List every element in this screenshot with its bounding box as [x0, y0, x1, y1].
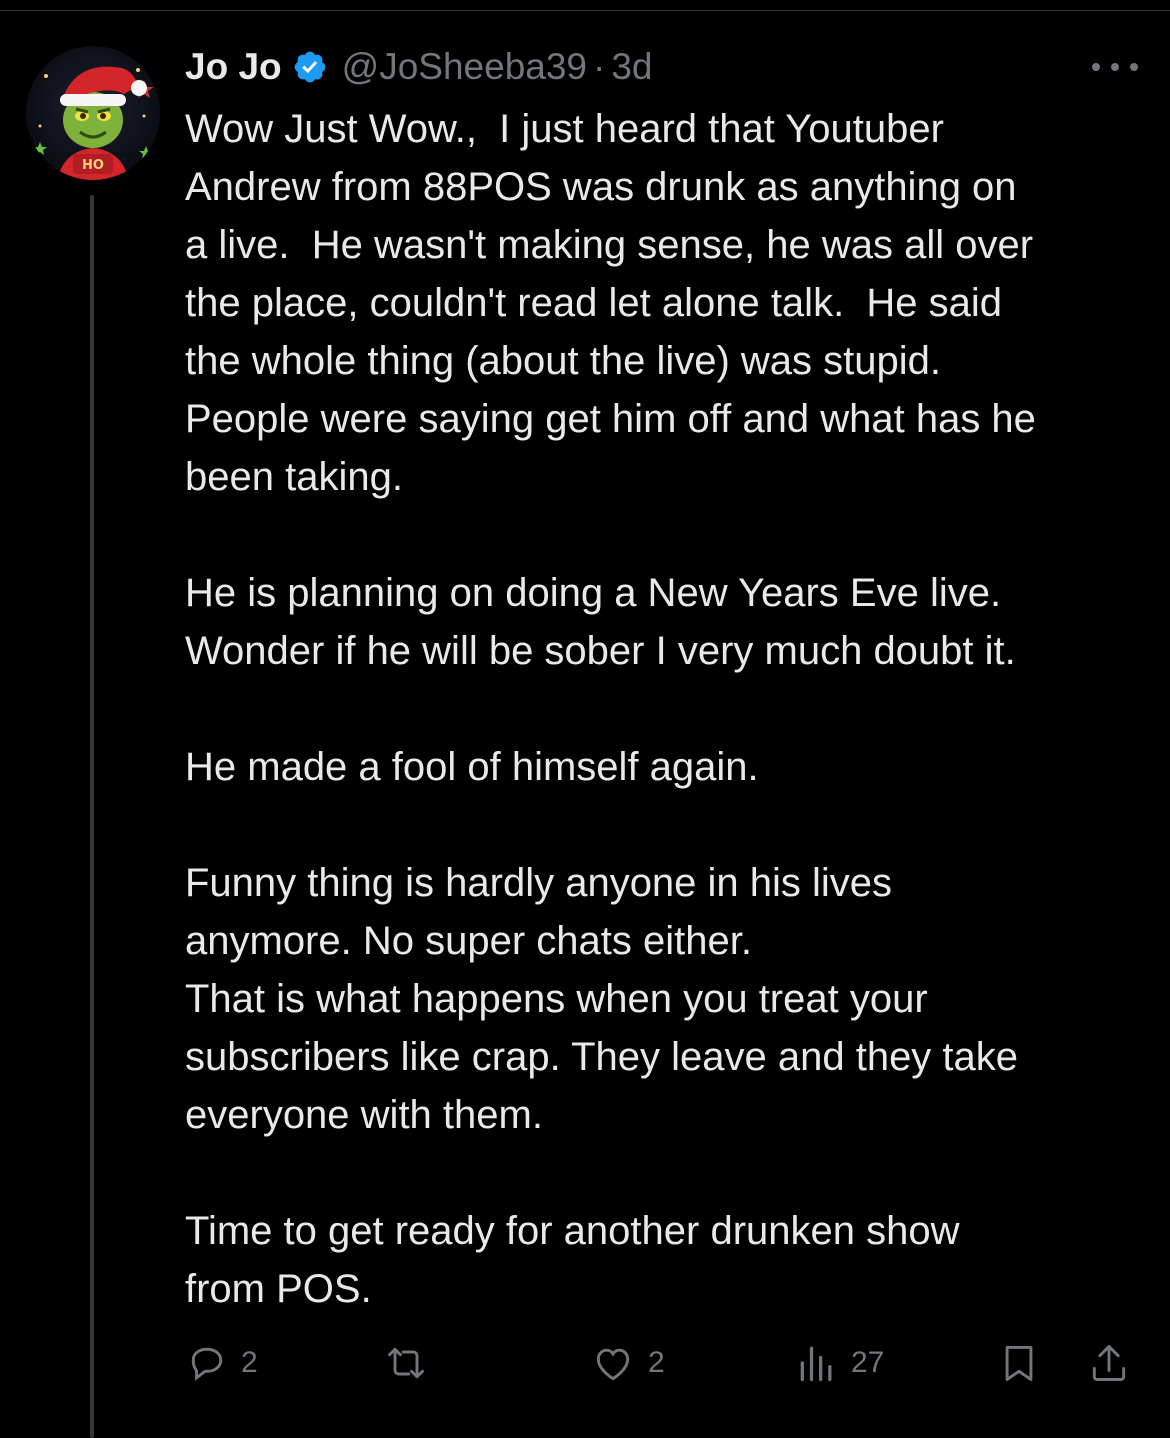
header-separator: · — [593, 46, 606, 87]
tweet-body: Wow Just Wow., I just heard that Youtube… — [185, 100, 1160, 1318]
tweet-line: People were saying get him off and what … — [185, 397, 1036, 441]
like-button[interactable]: 2 — [590, 1338, 665, 1388]
tweet-line: Wonder if he will be sober I very much d… — [185, 629, 1016, 673]
view-count: 27 — [851, 1346, 885, 1379]
tweet-line: Time to get ready for another drunken sh… — [185, 1209, 960, 1253]
tweet-line: everyone with them. — [185, 1093, 543, 1137]
reply-icon — [191, 1347, 223, 1381]
tweet-line: the place, couldn't read let alone talk.… — [185, 281, 1003, 325]
tweet-line: He made a fool of himself again. — [185, 745, 759, 789]
tweet-line: from POS. — [185, 1267, 372, 1311]
tweet-line: Wow Just Wow., I just heard that Youtube… — [185, 107, 944, 151]
avatar-image: HO — [33, 66, 154, 180]
avatar-ho-text: HO — [82, 158, 104, 173]
bookmark-button[interactable] — [997, 1338, 1041, 1388]
author-name[interactable]: Jo Jo — [185, 46, 282, 88]
like-icon — [596, 1348, 630, 1381]
tweet-line: That is what happens when you treat your — [185, 977, 928, 1021]
retweet-icon — [388, 1347, 424, 1379]
tweet-line: the whole thing (about the live) was stu… — [185, 339, 941, 383]
tweet-line: been taking. — [185, 455, 403, 499]
more-icon[interactable] — [1092, 56, 1138, 78]
tweet-line: subscribers like crap. They leave and th… — [185, 1035, 1019, 1079]
more-dot — [1130, 63, 1138, 71]
tweet-timestamp[interactable]: 3d — [611, 46, 652, 88]
author-handle[interactable]: @JoSheeba39 — [342, 46, 587, 88]
tweet-header: Jo Jo @JoSheeba39 · 3d — [185, 42, 653, 92]
share-icon — [1092, 1345, 1126, 1381]
reply-count: 2 — [241, 1346, 258, 1379]
top-divider — [0, 10, 1170, 11]
more-dot — [1092, 63, 1100, 71]
thread-line — [90, 195, 94, 1438]
reply-button[interactable]: 2 — [185, 1338, 258, 1388]
tweet-line: He is planning on doing a New Years Eve … — [185, 571, 1002, 615]
share-button[interactable] — [1087, 1338, 1131, 1388]
avatar[interactable]: HO — [26, 46, 160, 180]
tweet-line: Andrew from 88POS was drunk as anything … — [185, 165, 1017, 209]
tweet-line: a live. He wasn't making sense, he was a… — [185, 223, 1034, 267]
views-button[interactable]: 27 — [795, 1338, 884, 1388]
tweet-line: anymore. No super chats either. — [185, 919, 752, 963]
views-icon — [800, 1346, 832, 1382]
like-count: 2 — [648, 1346, 665, 1379]
retweet-button[interactable] — [383, 1338, 429, 1388]
tweet-line: Funny thing is hardly anyone in his live… — [185, 861, 893, 905]
bookmark-icon — [1005, 1345, 1033, 1381]
action-bar: 2 2 27 — [185, 1338, 1145, 1388]
more-dot — [1111, 63, 1119, 71]
verified-badge-icon — [294, 51, 326, 83]
